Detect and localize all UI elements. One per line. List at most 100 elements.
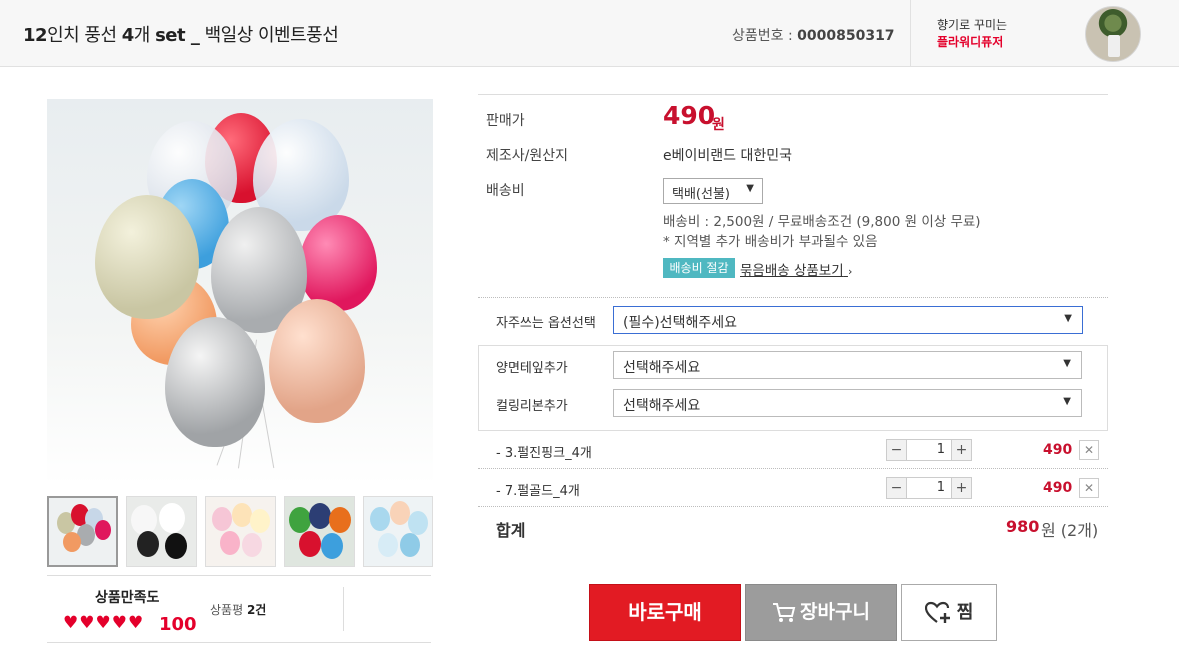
ribbon-option-label: 컬링리본추가 <box>496 399 568 414</box>
satisfaction-divider <box>343 587 344 631</box>
selected-item-name: - 3.펄진핑크_4개 <box>496 446 592 461</box>
title-part-1: 인치 풍선 <box>47 25 122 46</box>
thumb-balloon <box>212 507 232 531</box>
shipping-method-value: 택배(선불) <box>672 187 730 202</box>
bundle-shipping-link-label: 묶음배송 상품보기 <box>740 263 844 279</box>
info-top-divider <box>478 94 1108 95</box>
quantity-value[interactable]: 1 <box>907 440 951 460</box>
thumb-balloon <box>232 503 252 527</box>
bundle-shipping-link[interactable]: 묶음배송 상품보기 › <box>740 259 852 279</box>
total-unit: 원 (2개) <box>1041 521 1099 540</box>
options-divider <box>478 297 1108 298</box>
tape-option-select[interactable]: 선택해주세요 ▼ <box>613 351 1082 379</box>
item-divider <box>478 506 1108 507</box>
add-to-cart-label: 장바구니 <box>800 601 870 623</box>
thumb-balloon <box>299 531 321 557</box>
thumb-balloon <box>408 511 428 535</box>
review-label: 상품평 <box>210 603 247 617</box>
wishlist-label: 찜 <box>956 602 974 623</box>
thumbnail-1[interactable] <box>47 496 118 567</box>
balloon-cream <box>95 195 199 319</box>
brand-tagline[interactable]: 향기로 꾸미는 <box>937 16 1007 33</box>
frequent-option-select[interactable]: (필수)선택해주세요 ▼ <box>613 306 1083 334</box>
product-title: 12인치 풍선 4개 set _ 백일상 이벤트풍선 <box>23 21 339 47</box>
caret-down-icon: ▼ <box>1063 358 1071 369</box>
thumb-balloon <box>95 520 111 540</box>
header-divider <box>910 0 911 67</box>
shipping-label: 배송비 <box>486 183 525 199</box>
thumb-balloon <box>329 507 351 533</box>
thumb-balloon <box>378 533 398 557</box>
close-icon: ✕ <box>1083 481 1095 495</box>
thumbnail-5[interactable] <box>363 496 433 567</box>
frequent-option-label: 자주쓰는 옵션선택 <box>496 316 596 331</box>
product-header: 12인치 풍선 4개 set _ 백일상 이벤트풍선 상품번호 : 000085… <box>0 0 1179 67</box>
item-divider <box>478 468 1108 469</box>
thumb-balloon <box>159 503 185 533</box>
ribbon-option-value: 선택해주세요 <box>623 398 701 414</box>
maker-label: 제조사/원산지 <box>486 148 568 164</box>
review-count[interactable]: 상품평 2건 <box>210 601 266 618</box>
thumbnail-4[interactable] <box>284 496 355 567</box>
thumb-balloon <box>289 507 311 533</box>
thumbnail-2[interactable] <box>126 496 197 567</box>
ribbon-option-select[interactable]: 선택해주세요 ▼ <box>613 389 1082 417</box>
heart-plus-icon <box>924 601 950 623</box>
wishlist-button[interactable]: 찜 <box>901 584 997 641</box>
shipping-note-text: * 지역별 추가 배송비가 부과될수 있음 <box>663 234 878 250</box>
remove-item-button[interactable]: ✕ <box>1079 440 1099 460</box>
add-to-cart-button[interactable]: 장바구니 <box>745 584 897 641</box>
shipping-method-select[interactable]: 택배(선불) ▼ <box>663 178 763 204</box>
product-number-value: 0000850317 <box>797 28 895 44</box>
title-part-3: 백일상 이벤트풍선 <box>199 25 339 46</box>
caret-down-icon: ▼ <box>746 183 754 194</box>
decrease-quantity-button[interactable]: − <box>887 440 907 460</box>
thumb-balloon <box>400 533 420 557</box>
main-product-image[interactable] <box>47 99 433 485</box>
tape-option-value: 선택해주세요 <box>623 360 701 376</box>
product-number-label: 상품번호 : <box>732 28 798 44</box>
satisfaction-score: 100 <box>159 614 197 635</box>
increase-quantity-button[interactable]: + <box>951 440 971 460</box>
thumb-balloon <box>137 531 159 557</box>
title-set: set _ <box>155 25 200 46</box>
decrease-quantity-button[interactable]: − <box>887 478 907 498</box>
price-value: 490 <box>663 101 716 130</box>
title-part-2: 개 <box>133 25 156 46</box>
maker-value: e베이비랜드 대한민국 <box>663 148 792 164</box>
price-label: 판매가 <box>486 113 525 129</box>
quantity-stepper: − 1 + <box>886 477 972 499</box>
thumb-balloon <box>242 533 262 557</box>
thumbnail-3[interactable] <box>205 496 276 567</box>
increase-quantity-button[interactable]: + <box>951 478 971 498</box>
thumb-balloon <box>63 532 81 552</box>
thumbnail-strip <box>47 496 433 568</box>
buy-now-button[interactable]: 바로구매 <box>589 584 741 641</box>
vase-icon <box>1108 35 1120 57</box>
quantity-value[interactable]: 1 <box>907 478 951 498</box>
thumb-balloon <box>321 533 343 559</box>
frequent-option-value: (필수)선택해주세요 <box>623 315 737 331</box>
review-count-value: 2건 <box>246 603 267 617</box>
selected-item-name: - 7.펄골드_4개 <box>496 484 580 499</box>
brand-name[interactable]: 플라워디퓨저 <box>937 33 1003 50</box>
product-number: 상품번호 : 0000850317 <box>732 25 895 45</box>
thumb-balloon <box>309 503 331 529</box>
tape-option-label: 양면테잎추가 <box>496 361 568 376</box>
selected-item-price: 490 <box>1043 480 1073 496</box>
selected-item-price: 490 <box>1043 442 1073 458</box>
satisfaction-title: 상품만족도 <box>95 590 160 606</box>
caret-down-icon: ▼ <box>1064 313 1072 324</box>
cart-icon <box>773 602 796 622</box>
brand-avatar[interactable] <box>1085 6 1141 62</box>
balloon-pink <box>299 215 377 311</box>
title-count: 4 <box>121 25 135 46</box>
title-size: 12 <box>23 25 48 46</box>
quantity-stepper: − 1 + <box>886 439 972 461</box>
thumb-balloon <box>165 533 187 559</box>
thumb-balloon <box>390 501 410 525</box>
thumb-balloon <box>250 509 270 533</box>
caret-down-icon: ▼ <box>1063 396 1071 407</box>
shipping-saving-badge: 배송비 절감 <box>663 258 735 278</box>
remove-item-button[interactable]: ✕ <box>1079 478 1099 498</box>
